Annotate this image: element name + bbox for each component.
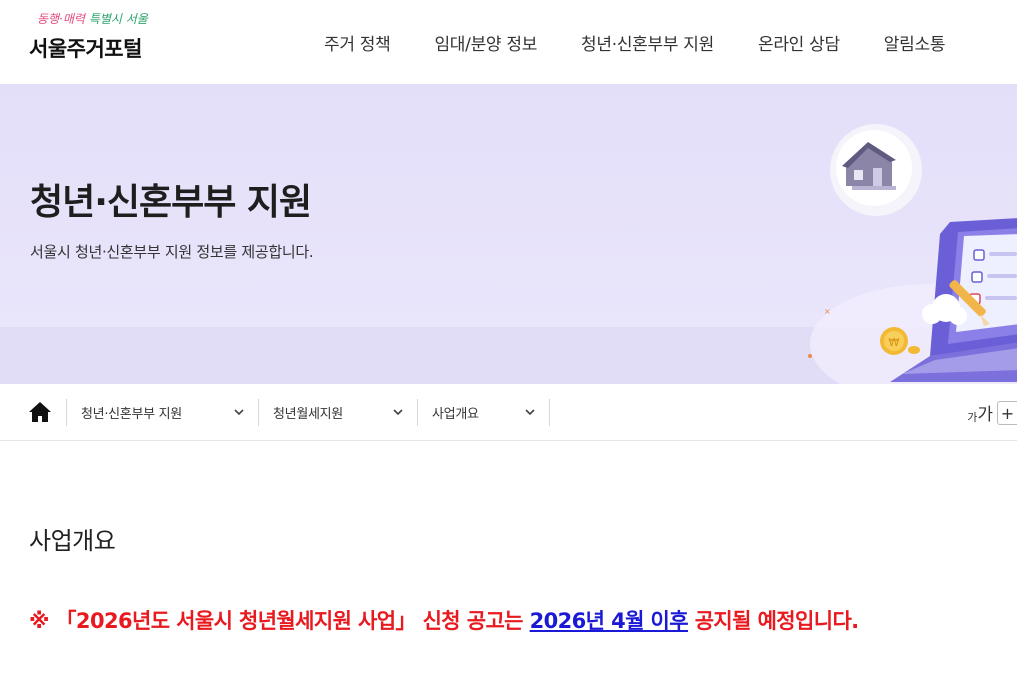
crumb-depth2-label: 청년월세지원 [273, 407, 343, 422]
site-header: 동행·매력 특별시 서울 서울주거포털 주거 정책 임대/분양 정보 청년·신혼… [0, 0, 1017, 84]
location-bar: 청년·신혼부부 지원 청년월세지원 사업개요 가 가 + [0, 384, 1017, 441]
banner-illustration: ₩ × [808, 124, 1017, 384]
page-banner: 청년·신혼부부 지원 서울시 청년·신혼부부 지원 정보를 제공합니다. ₩ × [0, 84, 1017, 384]
crumb-depth1[interactable]: 청년·신혼부부 지원 [66, 399, 258, 426]
site-logo[interactable]: 동행·매력 특별시 서울 서울주거포털 [29, 10, 148, 63]
font-size-large-label: 가 [977, 405, 993, 425]
logo-slogan: 동행·매력 특별시 서울 [37, 10, 148, 27]
nav-notice[interactable]: 알림소통 [884, 30, 946, 55]
crumb-depth2[interactable]: 청년월세지원 [258, 399, 417, 426]
notice-date-link[interactable]: 2026년 4월 이후 [530, 609, 689, 633]
logo-slogan-pink: 동행·매력 [37, 12, 85, 26]
chevron-down-icon [393, 409, 403, 416]
crumb-depth3[interactable]: 사업개요 [417, 399, 549, 426]
crumb-depth1-label: 청년·신혼부부 지원 [81, 407, 182, 422]
notice-prefix: ※ 「2026년도 서울시 청년월세지원 사업」 신청 공고는 [29, 609, 530, 633]
notice-text: ※ 「2026년도 서울시 청년월세지원 사업」 신청 공고는 2026년 4월… [29, 605, 859, 635]
font-size-small-label: 가 [967, 411, 978, 424]
svg-text:×: × [824, 307, 831, 316]
crumb-divider [549, 399, 550, 426]
chevron-down-icon [234, 409, 244, 416]
page-subtitle: 서울시 청년·신혼부부 지원 정보를 제공합니다. [30, 243, 314, 261]
nav-housing-policy[interactable]: 주거 정책 [324, 30, 391, 55]
section-title: 사업개요 [29, 527, 116, 555]
chevron-down-icon [525, 409, 535, 416]
nav-youth-newlywed[interactable]: 청년·신혼부부 지원 [581, 30, 714, 55]
logo-slogan-green: 특별시 서울 [88, 12, 148, 26]
font-size-increase-button[interactable]: + [997, 401, 1017, 425]
home-icon[interactable] [28, 401, 52, 423]
font-size-control: 가 가 + [967, 400, 1017, 425]
crumb-depth3-label: 사업개요 [432, 407, 479, 422]
nav-online-consult[interactable]: 온라인 상담 [758, 30, 840, 55]
logo-title: 서울주거포털 [29, 37, 142, 61]
page-title: 청년·신혼부부 지원 [30, 182, 312, 223]
nav-rental-sale-info[interactable]: 임대/분양 정보 [434, 30, 537, 55]
svg-text:₩: ₩ [889, 336, 900, 349]
notice-suffix: 공지될 예정입니다. [687, 609, 859, 633]
main-nav: 주거 정책 임대/분양 정보 청년·신혼부부 지원 온라인 상담 알림소통 [324, 30, 945, 55]
house-icon [830, 124, 922, 216]
